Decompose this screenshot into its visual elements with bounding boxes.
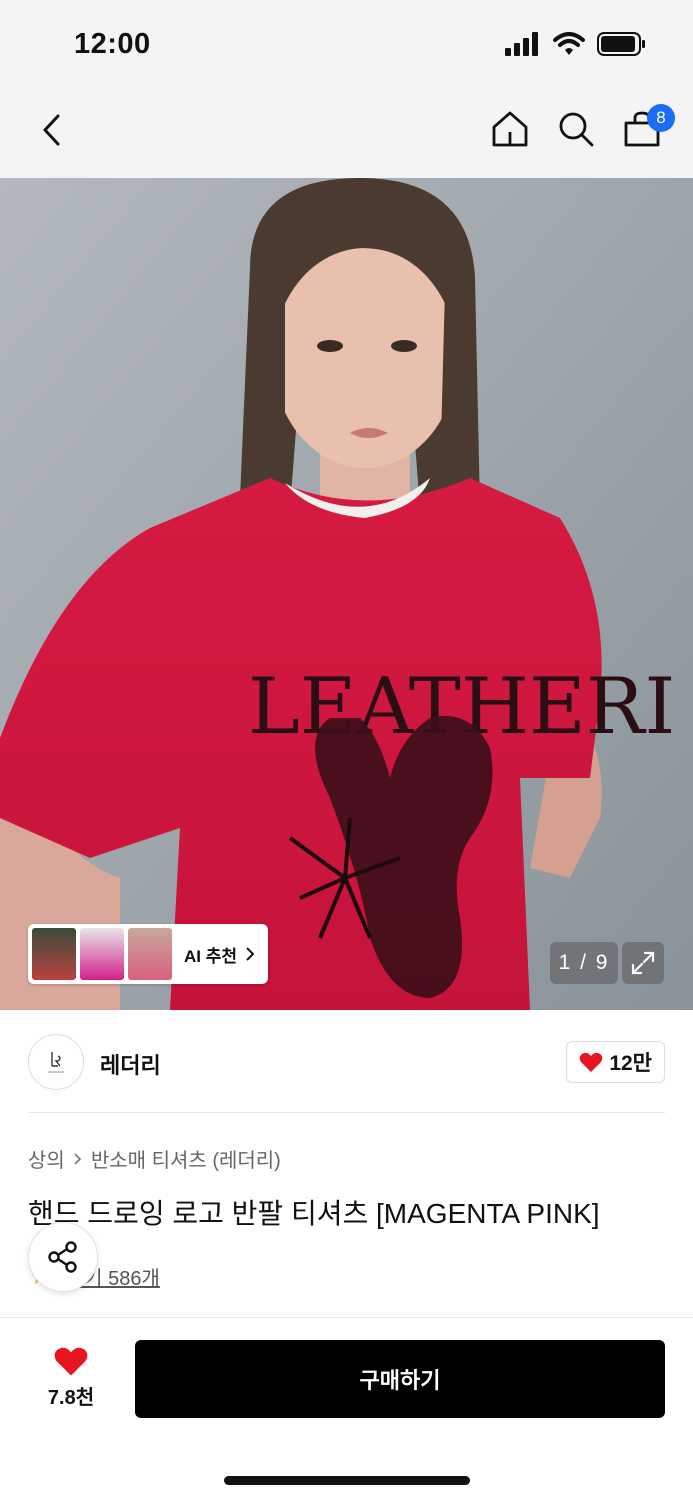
brand-like-count: 12만	[609, 1052, 652, 1075]
heart-icon	[54, 1347, 88, 1376]
section-divider	[28, 1112, 665, 1113]
signal-icon	[505, 32, 538, 56]
brand-row[interactable]: 레더리 12만	[28, 1034, 665, 1090]
expand-image-button[interactable]	[622, 942, 664, 984]
ai-thumb-3	[128, 928, 172, 980]
nav-actions: 8	[489, 104, 675, 152]
back-icon	[43, 114, 60, 146]
back-button[interactable]	[30, 108, 74, 152]
brand-like-button[interactable]: 12만	[566, 1041, 665, 1083]
product-image-carousel[interactable]: LEATHERI AI 추천 1 / 9	[0, 178, 693, 1010]
brand-logo[interactable]	[28, 1034, 84, 1090]
status-bar: 12:00	[0, 0, 693, 90]
product-photo: LEATHERI	[0, 178, 693, 1010]
search-icon	[559, 112, 594, 147]
brand-name[interactable]: 레더리	[100, 1048, 161, 1080]
share-button[interactable]	[28, 1222, 98, 1292]
chevron-right-icon	[74, 1152, 81, 1165]
share-icon	[48, 1241, 77, 1273]
bottom-action-bar: 7.8천 구매하기	[0, 1318, 693, 1438]
ai-recommend-button[interactable]: AI 추천	[28, 924, 268, 984]
product-title: 핸드 드로잉 로고 반팔 티셔츠 [MAGENTA PINK]	[28, 1198, 600, 1229]
top-nav: 8	[0, 90, 693, 178]
cart-button[interactable]: 8	[621, 104, 675, 152]
ai-thumb-1	[32, 928, 76, 980]
home-indicator	[224, 1476, 470, 1485]
breadcrumb-subcategory[interactable]: 반소매 티셔츠 (레더리)	[91, 1144, 281, 1173]
heart-icon	[580, 1052, 603, 1072]
search-button[interactable]	[555, 106, 597, 152]
wifi-icon	[553, 32, 585, 55]
ai-recommend-label: AI 추천	[184, 942, 255, 967]
chevron-right-icon	[246, 947, 255, 961]
home-icon	[492, 111, 528, 147]
status-icons	[505, 32, 647, 56]
buy-button[interactable]: 구매하기	[135, 1340, 665, 1418]
wish-count: 7.8천	[47, 1386, 95, 1409]
brand-logo-mark	[48, 1052, 64, 1073]
breadcrumb-category[interactable]: 상의	[28, 1144, 65, 1173]
home-button[interactable]	[489, 106, 531, 152]
wish-button[interactable]: 7.8천	[30, 1342, 112, 1412]
image-counter: 1 / 9	[550, 942, 618, 984]
expand-icon	[631, 951, 655, 975]
cart-count-badge: 8	[647, 104, 675, 132]
status-time: 12:00	[74, 28, 151, 60]
battery-icon	[597, 32, 645, 56]
breadcrumb: 상의 반소매 티셔츠 (레더리)	[28, 1144, 281, 1173]
ai-thumb-2	[80, 928, 124, 980]
